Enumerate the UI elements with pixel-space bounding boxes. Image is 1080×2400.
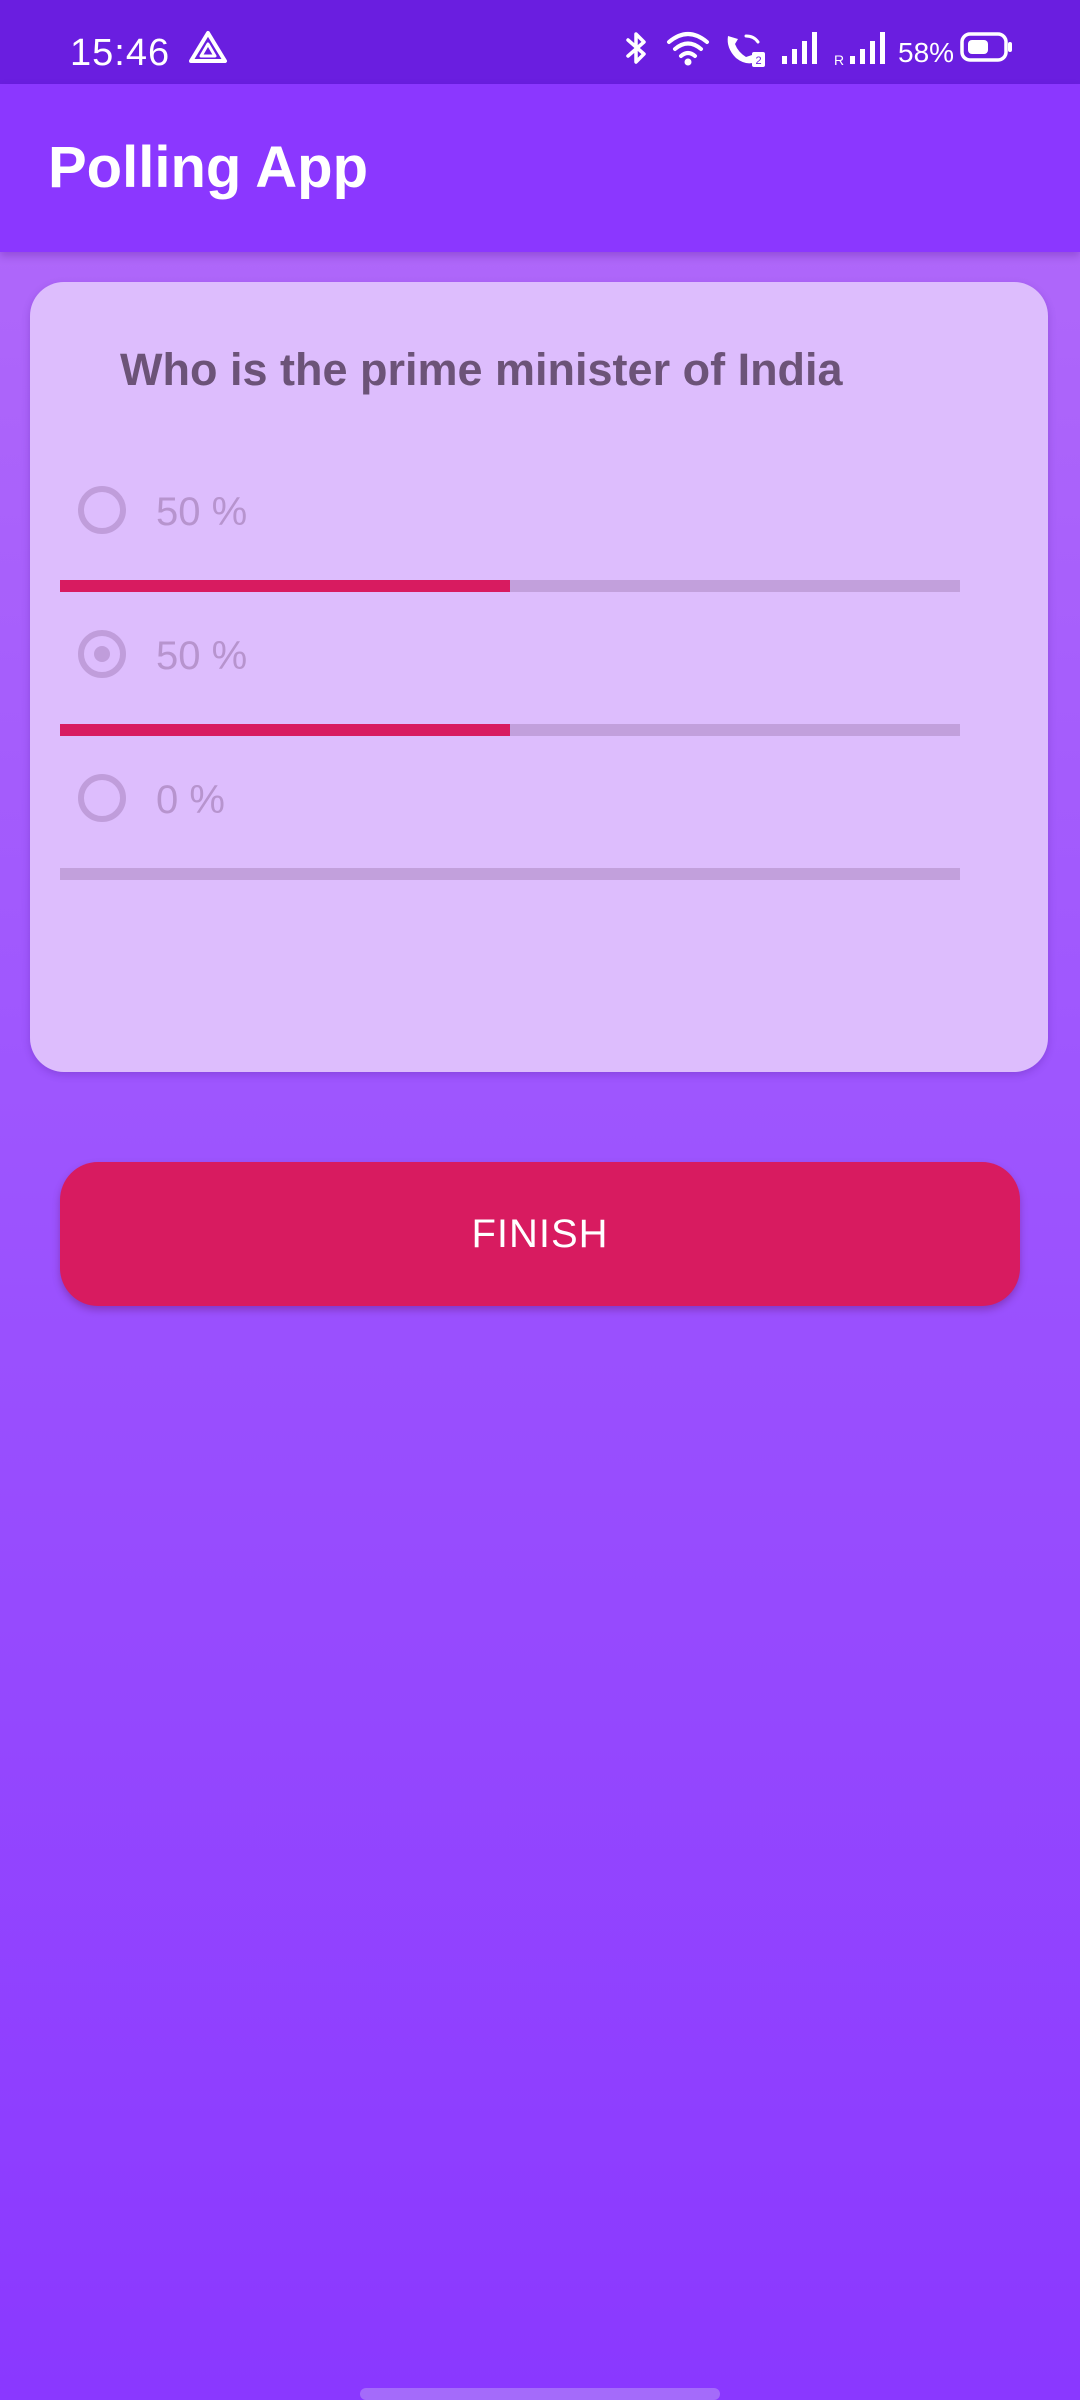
app-bar: Polling App	[0, 84, 1080, 252]
option-percentage-3: 0 %	[156, 778, 225, 822]
app-title: Polling App	[48, 135, 369, 200]
svg-text:2: 2	[755, 55, 761, 67]
progress-fill-1	[60, 580, 510, 592]
wifi-calling-icon: 2	[727, 34, 765, 67]
poll-option-3[interactable]: 0 %	[78, 772, 978, 852]
radio-dot-2	[94, 646, 110, 662]
battery-percentage: 58%	[898, 37, 955, 68]
progress-bar-3	[60, 868, 960, 880]
battery-icon	[960, 32, 1012, 62]
option-percentage-1: 50 %	[156, 490, 248, 534]
poll-card: Who is the prime minister of India 50 % …	[30, 282, 1048, 1072]
finish-button[interactable]: FINISH	[60, 1162, 1020, 1306]
progress-bar-2	[60, 724, 960, 736]
bluetooth-icon	[626, 32, 646, 64]
drive-icon	[189, 31, 227, 63]
wifi-icon	[667, 32, 709, 66]
poll-option-2[interactable]: 50 %	[78, 628, 978, 708]
progress-bar-1	[60, 580, 960, 592]
radio-button-3[interactable]	[78, 774, 126, 822]
progress-fill-2	[60, 724, 510, 736]
radio-button-2[interactable]	[78, 630, 126, 678]
signal-icon	[782, 32, 817, 64]
home-indicator[interactable]	[360, 2388, 720, 2400]
status-time: 15:46	[70, 32, 171, 74]
option-percentage-2: 50 %	[156, 634, 248, 678]
poll-option-1[interactable]: 50 %	[78, 484, 978, 564]
svg-text:R: R	[834, 52, 844, 66]
signal-roaming-icon: R	[834, 32, 885, 66]
radio-button-1[interactable]	[78, 486, 126, 534]
poll-question: Who is the prime minister of India	[120, 344, 843, 395]
status-bar: 15:46 2 R 58%	[0, 0, 1080, 84]
